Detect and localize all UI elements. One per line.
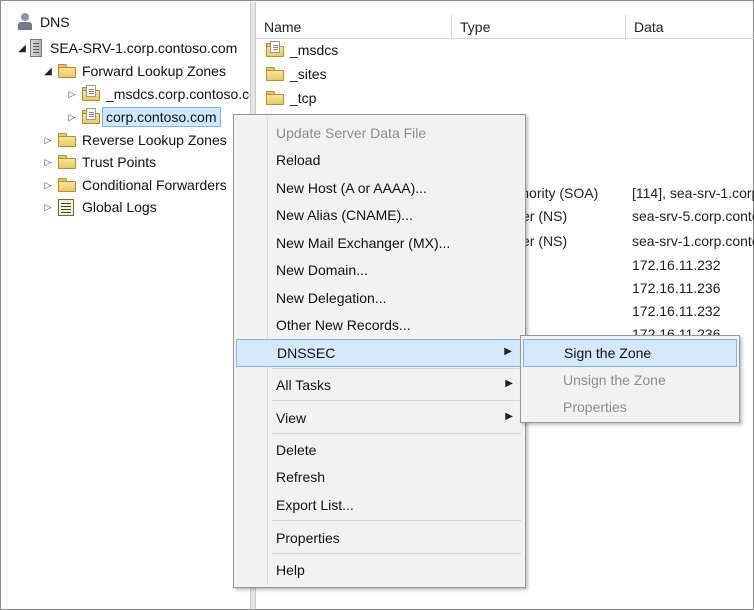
column-header-name[interactable]: Name bbox=[256, 15, 452, 39]
log-icon bbox=[58, 198, 74, 216]
submenu-arrow-icon: ▶ bbox=[504, 346, 512, 357]
menu-item-unsign-the-zone[interactable]: Unsign the Zone bbox=[523, 367, 737, 392]
dns-manager-icon bbox=[16, 13, 34, 31]
menu-item-export-list[interactable]: Export List... bbox=[236, 492, 523, 517]
list-item[interactable]: _msdcs bbox=[262, 39, 338, 61]
collapsed-arrow-icon[interactable]: ▷ bbox=[42, 196, 54, 218]
menu-item-refresh[interactable]: Refresh bbox=[236, 464, 523, 489]
dnssec-submenu: Sign the Zone Unsign the Zone Properties bbox=[520, 335, 740, 423]
folder-icon bbox=[266, 67, 284, 81]
menu-item-reload[interactable]: Reload bbox=[236, 147, 523, 172]
menu-separator bbox=[272, 553, 521, 554]
record-data: sea-srv-5.corp.contoso.com. bbox=[632, 208, 754, 224]
tree-label: DNS bbox=[40, 14, 70, 30]
tree-item-trust-points[interactable]: ▷ Trust Points bbox=[42, 151, 157, 173]
collapsed-arrow-icon[interactable]: ▷ bbox=[42, 151, 54, 173]
tree-item-forward-lookup-zones[interactable]: ◢ Forward Lookup Zones bbox=[42, 60, 226, 82]
tree-label: Conditional Forwarders bbox=[82, 177, 227, 193]
menu-item-new-delegation[interactable]: New Delegation... bbox=[236, 285, 523, 310]
tree-item-msdcs-zone[interactable]: ▷ _msdcs.corp.contoso.com bbox=[66, 83, 250, 105]
folder-icon bbox=[58, 64, 76, 78]
console-tree: DNS ◢ SEA-SRV-1.corp.contoso.com ◢ Forwa… bbox=[2, 2, 250, 609]
submenu-arrow-icon: ▶ bbox=[505, 378, 513, 389]
tree-item-global-logs[interactable]: ▷ Global Logs bbox=[42, 196, 157, 218]
menu-separator bbox=[272, 400, 521, 401]
collapsed-arrow-icon[interactable]: ▷ bbox=[42, 129, 54, 151]
list-item-name: _sites bbox=[290, 66, 327, 82]
tree-item-corp-zone[interactable]: ▷ corp.contoso.com bbox=[66, 106, 221, 128]
context-menu: Update Server Data File Reload New Host … bbox=[233, 114, 526, 588]
menu-separator bbox=[272, 433, 521, 434]
tree-label: Reverse Lookup Zones bbox=[82, 132, 227, 148]
menu-item-dnssec[interactable]: DNSSEC ▶ bbox=[236, 339, 523, 367]
folder-icon bbox=[58, 133, 76, 147]
collapsed-arrow-icon[interactable]: ▷ bbox=[42, 174, 54, 196]
list-item[interactable]: _sites bbox=[262, 63, 327, 85]
menu-item-new-alias[interactable]: New Alias (CNAME)... bbox=[236, 202, 523, 227]
record-data: [114], sea-srv-1.corp.contoso.com. bbox=[632, 185, 754, 201]
folder-icon bbox=[58, 178, 76, 192]
menu-item-sign-the-zone[interactable]: Sign the Zone bbox=[523, 339, 737, 367]
tree-item-conditional-forwarders[interactable]: ▷ Conditional Forwarders bbox=[42, 174, 227, 196]
tree-item-reverse-lookup-zones[interactable]: ▷ Reverse Lookup Zones bbox=[42, 129, 227, 151]
menu-item-delete[interactable]: Delete bbox=[236, 437, 523, 462]
menu-item-dnssec-properties[interactable]: Properties bbox=[523, 394, 737, 419]
menu-separator bbox=[272, 520, 521, 521]
tree-label: Trust Points bbox=[82, 154, 157, 170]
menu-separator bbox=[272, 368, 521, 369]
list-item[interactable]: _tcp bbox=[262, 87, 316, 109]
zone-icon bbox=[82, 85, 100, 101]
tree-label: Global Logs bbox=[82, 199, 157, 215]
menu-item-view[interactable]: View ▶ bbox=[236, 405, 523, 430]
tree-item-dns[interactable]: DNS bbox=[14, 11, 70, 33]
menu-item-other-new-records[interactable]: Other New Records... bbox=[236, 312, 523, 337]
menu-item-help[interactable]: Help bbox=[236, 557, 523, 582]
menu-item-new-mail-exchanger[interactable]: New Mail Exchanger (MX)... bbox=[236, 230, 523, 255]
submenu-arrow-icon: ▶ bbox=[505, 411, 513, 422]
tree-label: corp.contoso.com bbox=[102, 107, 221, 127]
menu-item-new-domain[interactable]: New Domain... bbox=[236, 257, 523, 282]
record-data: sea-srv-1.corp.contoso.com. bbox=[632, 233, 754, 249]
tree-label: SEA-SRV-1.corp.contoso.com bbox=[50, 40, 238, 56]
tree-label: Forward Lookup Zones bbox=[82, 63, 226, 79]
record-data: 172.16.11.232 bbox=[632, 303, 721, 319]
zone-icon bbox=[266, 41, 284, 57]
tree-item-server[interactable]: ◢ SEA-SRV-1.corp.contoso.com bbox=[16, 37, 237, 59]
collapsed-arrow-icon[interactable]: ▷ bbox=[66, 106, 78, 128]
record-data: 172.16.11.236 bbox=[632, 280, 721, 296]
menu-item-all-tasks[interactable]: All Tasks ▶ bbox=[236, 372, 523, 397]
expanded-arrow-icon[interactable]: ◢ bbox=[16, 37, 28, 59]
column-header-type[interactable]: Type bbox=[452, 15, 626, 39]
mmc-window: DNS ◢ SEA-SRV-1.corp.contoso.com ◢ Forwa… bbox=[0, 0, 754, 610]
menu-item-update-server-data-file[interactable]: Update Server Data File bbox=[236, 120, 523, 145]
list-item-name: _tcp bbox=[290, 90, 317, 106]
column-header-data[interactable]: Data bbox=[626, 15, 754, 39]
expanded-arrow-icon[interactable]: ◢ bbox=[42, 60, 54, 82]
collapsed-arrow-icon[interactable]: ▷ bbox=[66, 83, 78, 105]
zone-icon bbox=[82, 108, 100, 124]
menu-item-properties[interactable]: Properties bbox=[236, 525, 523, 550]
server-icon bbox=[30, 39, 42, 57]
menu-item-new-host[interactable]: New Host (A or AAAA)... bbox=[236, 175, 523, 200]
tree-label: _msdcs.corp.contoso.com bbox=[106, 86, 250, 102]
folder-icon bbox=[266, 91, 284, 105]
list-item-name: _msdcs bbox=[290, 42, 339, 58]
record-data: 172.16.11.232 bbox=[632, 257, 721, 273]
folder-icon bbox=[58, 155, 76, 169]
